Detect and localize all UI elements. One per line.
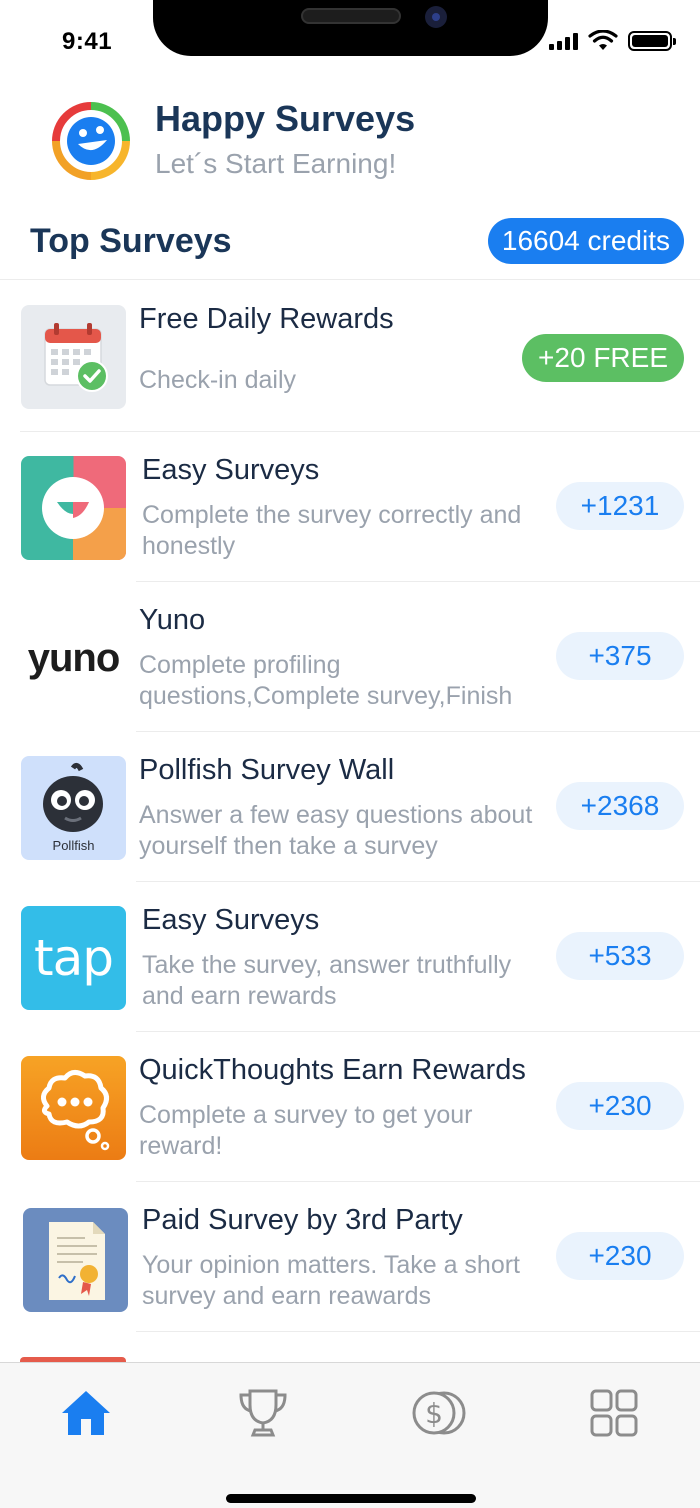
home-indicator[interactable]: [226, 1494, 476, 1503]
tab-bar: $: [0, 1362, 700, 1508]
survey-row-easy-surveys[interactable]: Easy Surveys Complete the survey correct…: [0, 432, 700, 582]
survey-title: QuickThoughts Earn Rewards: [139, 1054, 526, 1086]
device-notch: [153, 0, 548, 56]
survey-list: Free Daily Rewards Check-in daily +20 FR…: [0, 281, 700, 1332]
status-time: 9:41: [62, 28, 113, 55]
reward-pill[interactable]: +375: [556, 632, 684, 680]
reward-pill[interactable]: +1231: [556, 482, 684, 530]
coins-tab-icon[interactable]: $: [408, 1383, 468, 1443]
survey-description: Complete the survey correctly and honest…: [142, 501, 522, 560]
survey-title: Free Daily Rewards: [139, 303, 394, 335]
yuno-wordmark: yuno: [27, 635, 121, 680]
battery-icon: [628, 31, 676, 51]
section-header: Top Surveys 16604 credits: [0, 212, 700, 280]
section-title: Top Surveys: [30, 222, 232, 260]
signal-icon: [549, 32, 578, 50]
survey-row-yuno[interactable]: yuno Yuno Complete profiling questions,C…: [0, 582, 700, 732]
survey-row-tap[interactable]: tap Easy Surveys Take the survey, answer…: [0, 882, 700, 1032]
app-subtitle: Let´s Start Earning!: [155, 148, 397, 179]
pollfish-label: Pollfish: [52, 838, 95, 853]
reward-pill[interactable]: +2368: [556, 782, 684, 830]
survey-description: Answer a few easy questions about yourse…: [139, 801, 533, 860]
survey-description: Your opinion matters. Take a short surve…: [142, 1251, 521, 1310]
survey-row-quickthoughts[interactable]: QuickThoughts Earn Rewards Complete a su…: [0, 1032, 700, 1182]
survey-description: Take the survey, answer truthfully and e…: [142, 951, 512, 1010]
app-header: Happy Surveys Let´s Start Earning!: [0, 92, 700, 192]
survey-description: Complete a survey to get your reward!: [139, 1101, 473, 1160]
happy-surveys-logo: [52, 102, 130, 180]
svg-text:$: $: [425, 1397, 443, 1430]
status-bar: 9:41: [0, 0, 700, 80]
credits-badge[interactable]: 16604 credits: [487, 218, 684, 264]
reward-pill[interactable]: +20 FREE: [522, 334, 684, 382]
row-divider: [136, 1331, 700, 1332]
survey-title: Easy Surveys: [142, 454, 320, 486]
survey-description: Check-in daily: [139, 366, 297, 394]
grid-tab-icon[interactable]: [584, 1383, 644, 1443]
calendar-check-icon: [21, 305, 126, 409]
survey-title: Yuno: [139, 604, 206, 636]
survey-title: Easy Surveys: [142, 904, 320, 936]
pollfish-logo: Pollfish: [21, 756, 126, 860]
status-icons: [549, 30, 676, 52]
thought-bubble-icon: [21, 1056, 126, 1160]
certificate-icon: [23, 1208, 128, 1312]
survey-title: Pollfish Survey Wall: [139, 754, 395, 786]
tap-logo: tap: [21, 906, 126, 1010]
survey-row-pollfish[interactable]: Pollfish Pollfish Survey Wall Answer a f…: [0, 732, 700, 882]
reward-pill[interactable]: +230: [556, 1232, 684, 1280]
front-camera: [425, 6, 447, 28]
survey-description: Complete profiling questions,Complete su…: [139, 651, 513, 710]
reward-pill[interactable]: +230: [556, 1082, 684, 1130]
yuno-logo: yuno: [21, 606, 126, 710]
home-tab-icon[interactable]: [56, 1383, 116, 1443]
app-title: Happy Surveys: [155, 98, 416, 139]
wifi-icon: [588, 30, 618, 50]
survey-title: Paid Survey by 3rd Party: [142, 1204, 463, 1236]
smile-logo-icon: [21, 456, 126, 560]
tap-wordmark: tap: [34, 929, 114, 987]
survey-row-free-daily-rewards[interactable]: Free Daily Rewards Check-in daily +20 FR…: [0, 281, 700, 432]
trophy-tab-icon[interactable]: [233, 1383, 293, 1443]
survey-row-paid-survey[interactable]: Paid Survey by 3rd Party Your opinion ma…: [0, 1182, 700, 1332]
reward-pill[interactable]: +533: [556, 932, 684, 980]
speaker-grille: [301, 8, 401, 24]
